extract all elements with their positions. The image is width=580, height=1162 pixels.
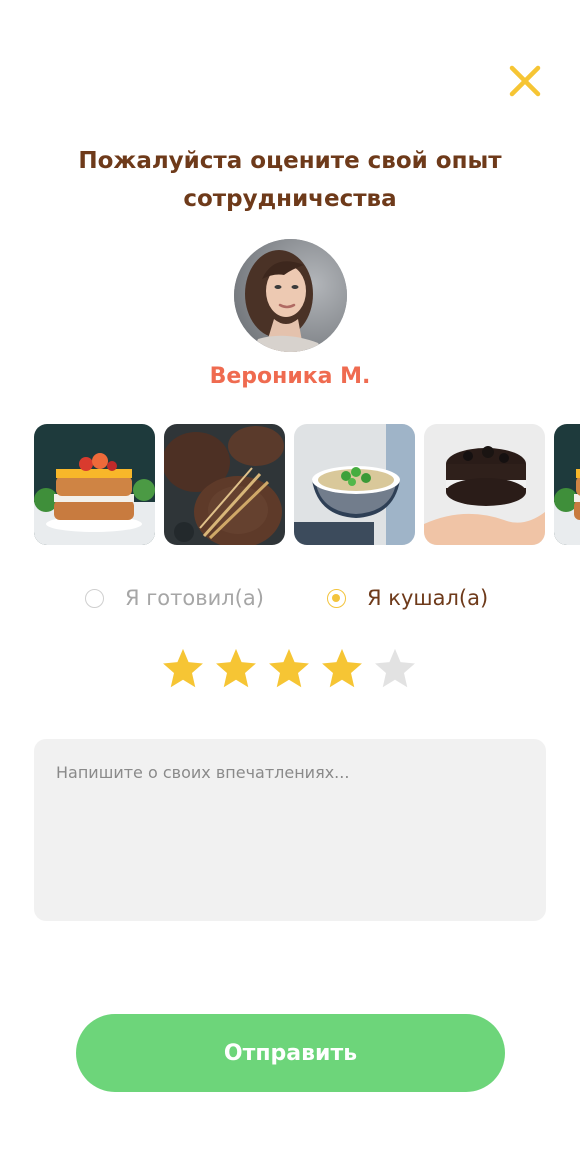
rye-bread-photo xyxy=(164,424,285,545)
role-option-cooked[interactable]: Я готовил(а) xyxy=(85,582,264,614)
radio-ate[interactable] xyxy=(327,588,346,608)
star-1[interactable] xyxy=(160,646,206,692)
dish-photo-5[interactable] xyxy=(554,424,580,545)
role-option-ate[interactable]: Я кушал(а) xyxy=(327,582,488,614)
page-title-line1: Пожалуйста оцените свой опыт xyxy=(78,148,502,174)
close-icon xyxy=(509,65,541,97)
role-option-cooked-label: Я готовил(а) xyxy=(125,586,264,610)
dish-photo-3[interactable] xyxy=(294,424,415,545)
star-2[interactable] xyxy=(213,646,259,692)
page-title: Пожалуйста оцените свой опыт сотрудничес… xyxy=(40,142,540,218)
rating-stars[interactable] xyxy=(160,646,425,692)
star-5[interactable] xyxy=(372,646,418,692)
star-filled-icon xyxy=(322,648,362,688)
chocolate-cake-photo xyxy=(424,424,545,545)
page-title-line2: сотрудничества xyxy=(183,186,397,212)
radio-cooked[interactable] xyxy=(85,588,104,608)
soup-bowl-photo xyxy=(294,424,415,545)
layered-cake-photo-partial xyxy=(554,424,580,545)
role-option-ate-label: Я кушал(а) xyxy=(367,586,489,610)
star-empty-icon xyxy=(375,648,415,688)
dish-photo-4[interactable] xyxy=(424,424,545,545)
comment-field[interactable] xyxy=(34,739,546,921)
star-filled-icon xyxy=(216,648,256,688)
close-button[interactable] xyxy=(508,64,542,98)
star-4[interactable] xyxy=(319,646,365,692)
dish-photo-2[interactable] xyxy=(164,424,285,545)
dish-photo-1[interactable] xyxy=(34,424,155,545)
star-filled-icon xyxy=(163,648,203,688)
layered-cake-photo xyxy=(34,424,155,545)
avatar xyxy=(234,239,347,352)
submit-button[interactable]: Отправить xyxy=(76,1014,505,1092)
star-filled-icon xyxy=(269,648,309,688)
avatar-photo xyxy=(234,239,347,352)
star-3[interactable] xyxy=(266,646,312,692)
dish-photo-carousel[interactable] xyxy=(34,424,580,545)
user-name: Вероника М. xyxy=(209,364,371,389)
